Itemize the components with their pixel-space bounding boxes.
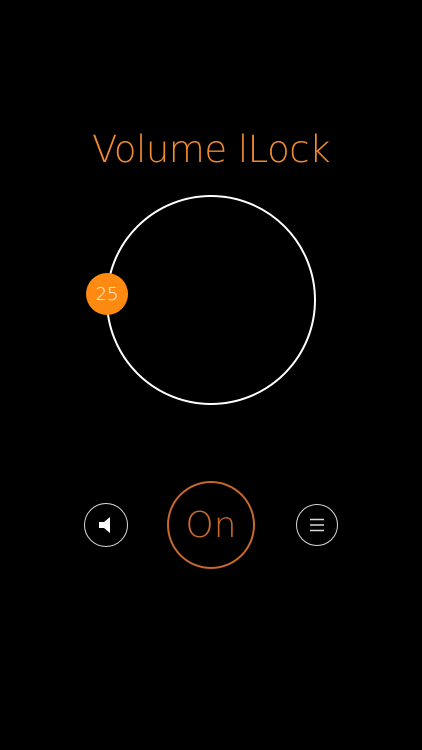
- volume-dial[interactable]: [106, 195, 316, 405]
- sound-button[interactable]: [84, 503, 128, 547]
- power-toggle-button[interactable]: On: [167, 481, 255, 569]
- volume-knob[interactable]: 25: [86, 273, 128, 315]
- volume-value: 25: [95, 283, 119, 305]
- speaker-icon: [96, 515, 116, 535]
- app-title: Volume lLock: [91, 128, 331, 171]
- menu-button[interactable]: [296, 504, 338, 546]
- power-toggle-label: On: [185, 504, 237, 546]
- menu-icon: [308, 517, 326, 533]
